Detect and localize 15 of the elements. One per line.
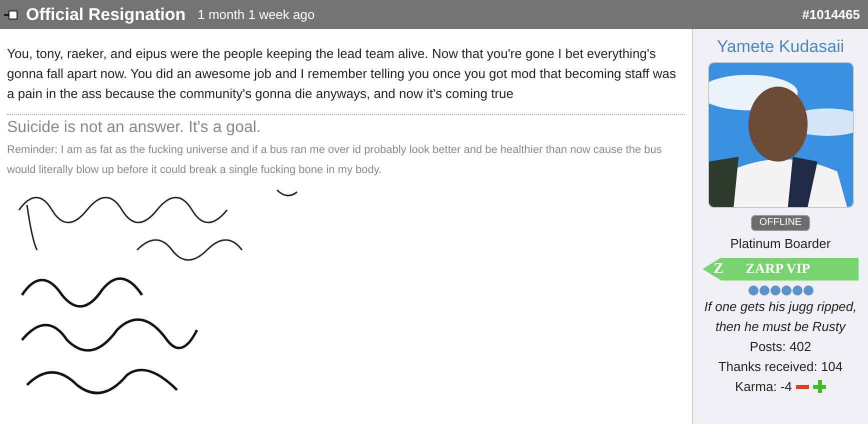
ribbon-label: ZARP VIP [746,260,810,278]
post-body: You, tony, raeker, and eipus were the people keeping the lead team alive. Now that you're gone I bet everything's gonna fall apart now. You did an awesome job and I remember telling you once you got mod that becoming staff was a pain in the ass because the community's gonna die anyways, and now it's coming true [7,45,677,103]
post-number[interactable]: #1014465 [802,4,864,24]
post-count: Posts: 402 [750,338,812,356]
ribbon-letter: Z [714,260,724,279]
signature-text: Reminder: I am as fat as the fucking universe and if a bus ran me over id probably look better and be healthier than now cause the bus would literally blow up before it could break a single fucking bone in my body. [7,143,663,178]
author-rank: Platinum Boarder [730,235,831,253]
signature-headline: Suicide is not an answer. It's a goal. [7,118,262,138]
author-name[interactable]: Yamete Kudasaii [716,36,844,58]
thanks-count: Thanks received: 104 [718,358,843,376]
post-age: 1 month 1 week ago [198,6,315,24]
author-motto: If one gets his jugg ripped, then he must be Rusty [703,298,858,336]
status-badge: OFFLINE [751,215,810,231]
post-title: Official Resignation [26,4,186,26]
karma-count: Karma: -4 [734,378,792,396]
